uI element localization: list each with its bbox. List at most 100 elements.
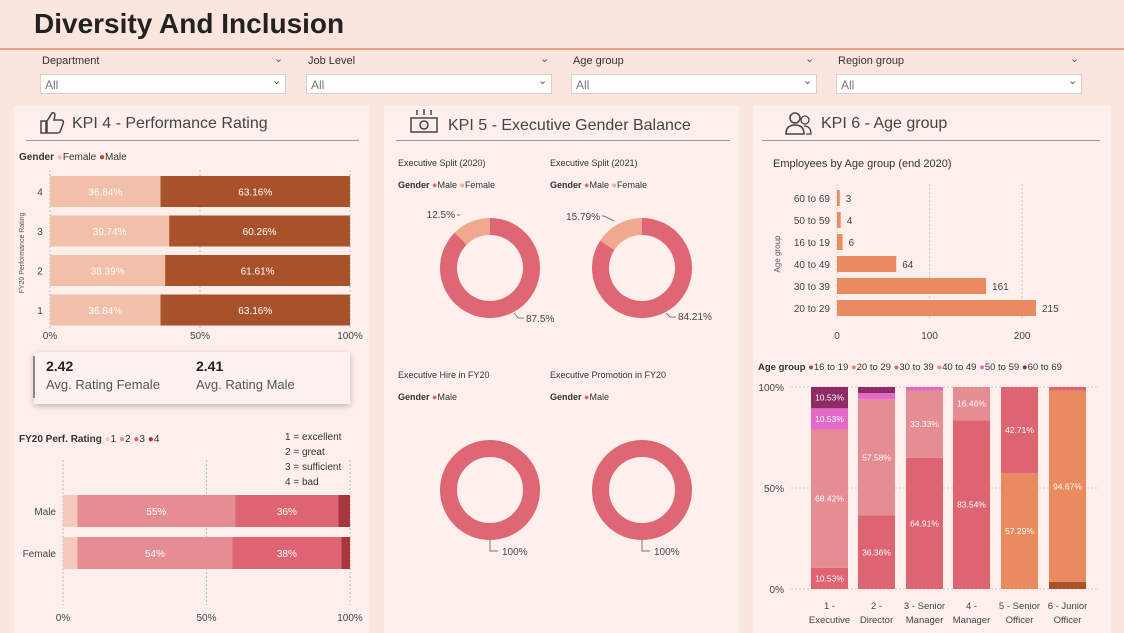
kpi4-legend: Gender ●Female ●Male bbox=[19, 152, 127, 163]
donut-legend: Gender ●Male ●Female bbox=[398, 180, 495, 190]
data-label: 63.16% bbox=[238, 188, 272, 199]
job-level-filter-label: Job Level bbox=[308, 55, 356, 67]
legend-title: Gender bbox=[550, 392, 582, 402]
legend-20-29: 20 to 29 bbox=[856, 362, 891, 373]
region-group-filter-label: Region group bbox=[838, 55, 905, 67]
data-label: 57.58% bbox=[862, 452, 891, 462]
perf-rating-legend: FY20 Perf. Rating ●1 ●2 ●3 ●4 bbox=[19, 434, 159, 445]
y-tick-label: 30 to 39 bbox=[794, 282, 831, 293]
exec-split-2021-title: Executive Split (2021) bbox=[550, 158, 638, 168]
data-label: 68.42% bbox=[815, 494, 844, 504]
age-group-bar-chart: 0 100 200 Age group 3 60 to 69 4 50 to 59 6 16 to… bbox=[773, 184, 1059, 342]
x-tick-label: 6 - Junior bbox=[1048, 601, 1088, 612]
filter-menu-icon[interactable]: ⌄ bbox=[540, 52, 549, 65]
data-label: 42.71% bbox=[1005, 425, 1034, 435]
y-tick-label: 16 to 19 bbox=[794, 238, 831, 249]
data-label: 54% bbox=[145, 549, 165, 560]
data-label: 36.36% bbox=[862, 547, 891, 557]
kpi6-title: KPI 6 - Age group bbox=[821, 115, 948, 132]
y-axis-title: FY20 Performance Rating bbox=[19, 212, 26, 293]
age-50-to-59-segment bbox=[858, 393, 895, 400]
x-tick-label: 4 - bbox=[966, 601, 977, 612]
x-tick-label: 50% bbox=[190, 331, 210, 342]
department-select[interactable]: All bbox=[40, 74, 286, 94]
age-50-to-59-segment bbox=[906, 387, 943, 391]
data-label: 3 bbox=[846, 194, 852, 205]
data-label: 61.61% bbox=[241, 267, 275, 278]
chevron-down-icon[interactable]: ⌄ bbox=[538, 74, 547, 87]
job-level-select[interactable]: All bbox=[306, 74, 552, 94]
legend-female: Female bbox=[464, 180, 495, 190]
legend-60-69: 60 to 69 bbox=[1027, 362, 1062, 373]
male-slice bbox=[440, 440, 540, 540]
data-label: 36.84% bbox=[88, 306, 122, 317]
y-tick-label: 50% bbox=[764, 484, 784, 495]
age-bar bbox=[837, 278, 987, 294]
data-label: 60.26% bbox=[243, 227, 277, 238]
region-group-select[interactable]: All bbox=[836, 74, 1082, 94]
chevron-down-icon[interactable]: ⌄ bbox=[272, 74, 281, 87]
x-tick-label: Executive bbox=[809, 615, 850, 626]
data-label: 57.29% bbox=[1005, 526, 1034, 536]
filter-menu-icon[interactable]: ⌄ bbox=[805, 52, 814, 65]
legend-16-19: 16 to 19 bbox=[813, 362, 849, 373]
y-tick-label: 1 bbox=[37, 306, 43, 317]
avg-rating-card: 2.42 Avg. Rating Female 2.41 Avg. Rating… bbox=[33, 352, 350, 404]
chevron-down-icon[interactable]: ⌄ bbox=[1068, 74, 1077, 87]
x-tick-label: 3 - Senior bbox=[904, 601, 945, 612]
performance-rating-chart: 0% 50% 100% FY20 Performance Rating 36.84% 63… bbox=[19, 170, 363, 342]
y-tick-label: 2 bbox=[37, 267, 43, 278]
data-label: 161 bbox=[992, 282, 1009, 293]
data-label: 15.79% bbox=[566, 212, 600, 223]
data-label: 64.91% bbox=[910, 518, 939, 528]
y-tick-label: 50 to 59 bbox=[794, 216, 831, 227]
data-label: 100% bbox=[502, 547, 528, 558]
exec-hire-donut: 100% bbox=[440, 440, 540, 558]
filter-menu-icon[interactable]: ⌄ bbox=[274, 52, 283, 65]
age-16-to-19-segment bbox=[1049, 581, 1086, 589]
y-tick-label: 3 bbox=[37, 227, 43, 238]
x-tick-label: 1 - bbox=[824, 601, 835, 612]
y-tick-label: 100% bbox=[758, 383, 784, 394]
exec-promotion-title: Executive Promotion in FY20 bbox=[550, 370, 667, 380]
data-label: 55% bbox=[146, 507, 166, 518]
filter-menu-icon[interactable]: ⌄ bbox=[1070, 52, 1079, 65]
divider bbox=[762, 140, 1100, 141]
y-tick-label: 40 to 49 bbox=[794, 260, 831, 271]
data-label: 6 bbox=[849, 238, 855, 249]
data-label: 38% bbox=[277, 549, 297, 560]
x-tick-label: 100% bbox=[337, 331, 363, 342]
avg-rating-female-value: 2.42 bbox=[46, 358, 74, 374]
x-tick-label: 0 bbox=[834, 331, 840, 342]
y-axis-title: Age group bbox=[773, 235, 782, 272]
users-icon bbox=[785, 112, 812, 135]
age-group-select[interactable]: All bbox=[571, 74, 817, 94]
divider bbox=[26, 140, 359, 141]
leader-line bbox=[665, 312, 676, 318]
x-tick-label: Director bbox=[860, 615, 893, 626]
age-bar bbox=[837, 212, 841, 228]
chevron-down-icon[interactable]: ⌄ bbox=[803, 74, 812, 87]
x-tick-label: 0% bbox=[43, 331, 58, 342]
note-line: 2 = great bbox=[285, 447, 325, 458]
age-stack-legend: Age group ●16 to 19 ●20 to 29 ●30 to 39 … bbox=[758, 362, 1062, 373]
kpi4-title: KPI 4 - Performance Rating bbox=[72, 115, 268, 132]
data-label: 94.67% bbox=[1053, 481, 1082, 491]
data-label: 10.53% bbox=[815, 414, 844, 424]
x-tick-label: 0% bbox=[56, 613, 71, 624]
exec-split-2020-donut: 87.5% 12.5% bbox=[427, 210, 555, 325]
data-label: 4 bbox=[847, 216, 853, 227]
age-chart-title: Employees by Age group (end 2020) bbox=[773, 158, 952, 170]
legend-title: Age group bbox=[758, 362, 806, 373]
kpi5-title: KPI 5 - Executive Gender Balance bbox=[448, 117, 691, 134]
donut-legend: Gender ●Male bbox=[398, 392, 457, 402]
avg-rating-female-label: Avg. Rating Female bbox=[46, 377, 160, 392]
male-slice bbox=[592, 440, 692, 540]
rating-4-bar bbox=[341, 537, 350, 569]
x-tick-label: Officer bbox=[1006, 615, 1034, 626]
data-label: 36.84% bbox=[88, 188, 122, 199]
data-label: 63.16% bbox=[238, 306, 272, 317]
age-bar bbox=[837, 234, 843, 250]
note-line: 1 = excellent bbox=[285, 432, 342, 443]
gender-rating-chart: 0% 50% 100% Male 55% 36% Female 54% 38% bbox=[23, 460, 363, 624]
